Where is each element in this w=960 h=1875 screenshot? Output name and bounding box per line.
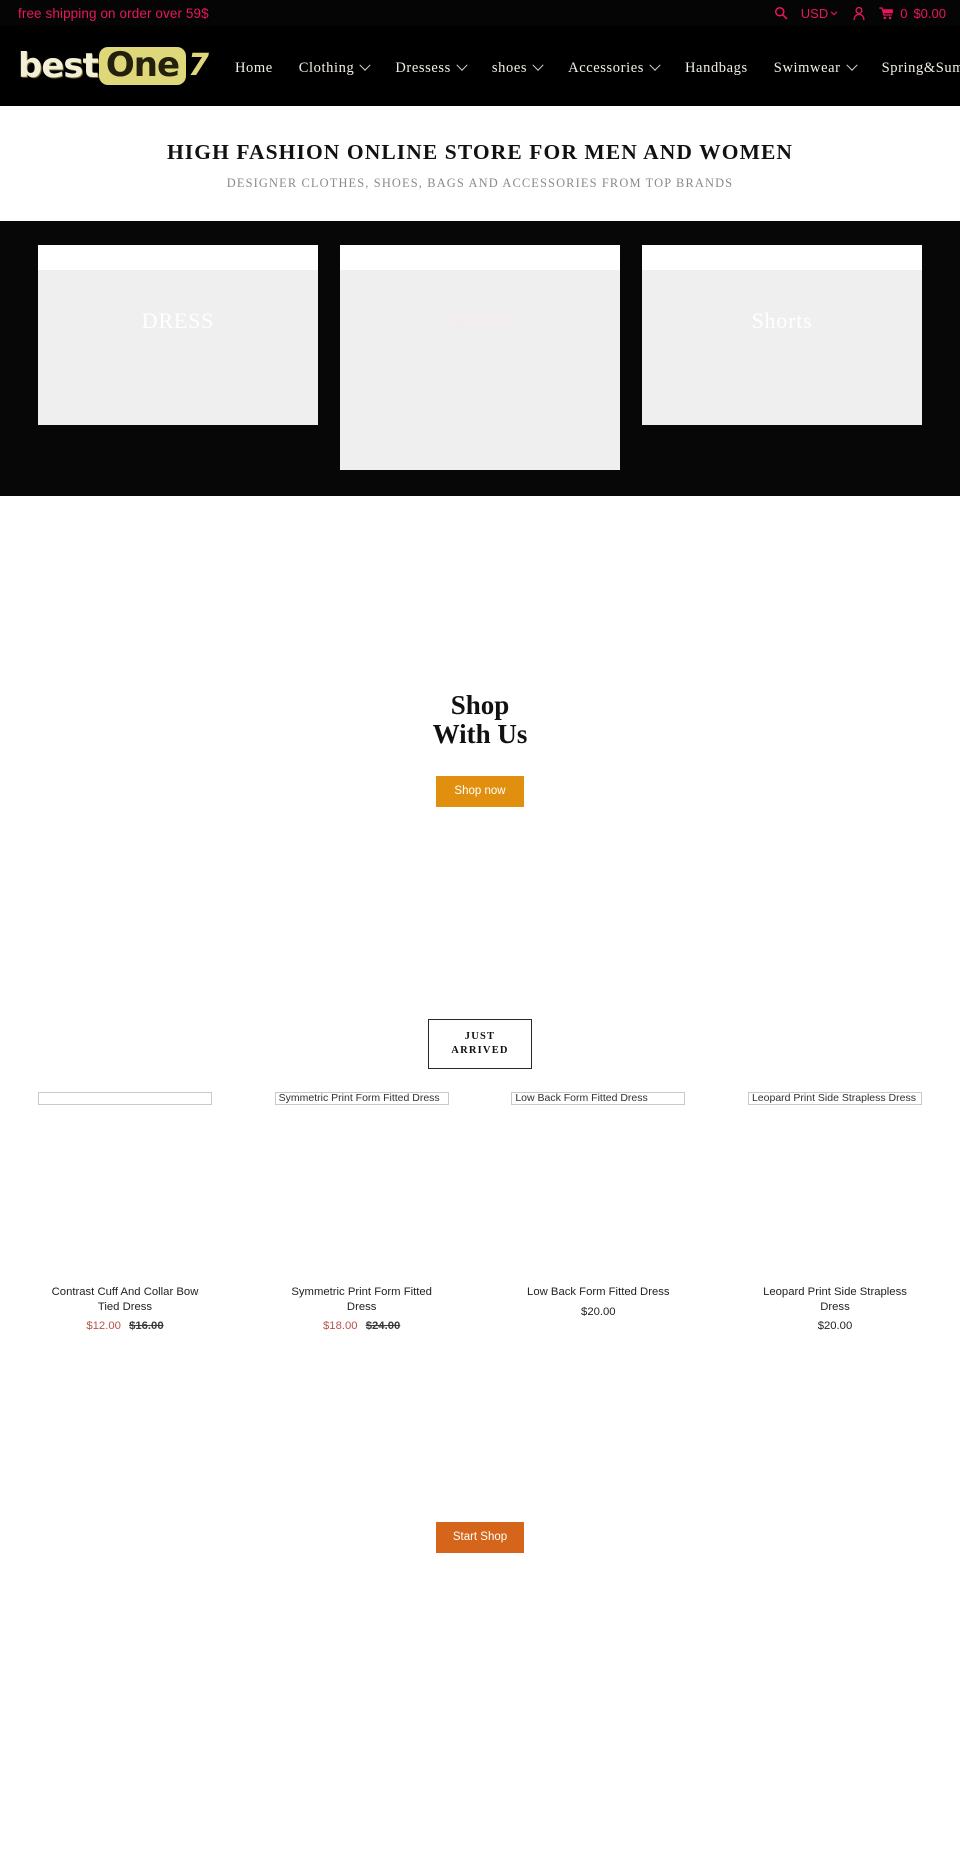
chevron-down-icon: [649, 59, 661, 71]
search-icon[interactable]: [774, 6, 788, 20]
cart-item-count: 0: [900, 5, 908, 21]
nav-item-clothing[interactable]: Clothing: [286, 56, 383, 81]
nav-label: Clothing: [298, 59, 355, 76]
currency-label: USD: [800, 5, 829, 21]
logo-text-one: One: [98, 47, 187, 85]
category-label: JEANS: [444, 308, 515, 333]
logo-text-best: best: [18, 46, 99, 86]
product-sale-price: $18.00: [323, 1320, 358, 1333]
product-media-area: [275, 1105, 449, 1285]
cart-button[interactable]: 0 $0.00: [879, 6, 946, 21]
nav-label: Dressess: [395, 59, 451, 76]
nav-item-spring-summer[interactable]: Spring&Summer: [869, 56, 960, 81]
hero-banner: HIGH FASHION ONLINE STORE FOR MEN AND WO…: [0, 106, 960, 221]
card-image-placeholder: JEANS: [340, 270, 620, 470]
logo-text-seven: 7: [188, 48, 209, 83]
category-label: DRESS: [141, 308, 215, 333]
nav-item-accessories[interactable]: Accessories: [555, 56, 672, 81]
product-card[interactable]: Leopard Print Side Strapless Dress Leopa…: [747, 1092, 922, 1332]
product-image-placeholder[interactable]: Leopard Print Side Strapless Dress: [747, 1092, 922, 1106]
shop-now-button[interactable]: Shop now: [436, 776, 524, 808]
chevron-down-icon: [845, 59, 858, 71]
just-arrived-section: JUST ARRIVED: [0, 807, 960, 1070]
announcement-text: free shipping on order over 59$: [18, 5, 209, 21]
card-top-strip: [340, 245, 620, 270]
shop-heading-line-2: Us: [497, 719, 528, 750]
product-price-row: $20.00: [748, 1320, 922, 1332]
product-card[interactable]: Symmetric Print Form Fitted Dress Symmet…: [274, 1092, 449, 1332]
product-grid: Contrast Cuff And Collar Bow Tied Dress …: [0, 1069, 960, 1332]
product-title: Symmetric Print Form Fitted Dress: [291, 1286, 432, 1313]
product-title: Contrast Cuff And Collar Bow Tied Dress: [51, 1286, 199, 1313]
nav-label: shoes: [491, 59, 528, 76]
shop-with-us-heading: Shop With Us: [420, 690, 540, 750]
product-price-row: $12.00 $16.00: [38, 1320, 212, 1332]
card-image-placeholder: Shorts: [642, 270, 922, 425]
announcement-bar: free shipping on order over 59$ USD 0 $0…: [0, 0, 960, 26]
product-media-area: [38, 1105, 212, 1285]
cart-icon: [879, 6, 894, 20]
card-top-strip: [38, 245, 318, 270]
product-price: $20.00: [581, 1305, 616, 1318]
chevron-down-icon: [830, 11, 838, 16]
just-arrived-line-2: ARRIVED: [451, 1044, 509, 1056]
product-image-placeholder[interactable]: [38, 1092, 212, 1106]
product-compare-at-price: $24.00: [365, 1320, 401, 1333]
nav-label: Swimwear: [773, 59, 841, 76]
product-image-alt-text: Symmetric Print Form Fitted Dress: [278, 1092, 440, 1105]
nav-item-swimwear[interactable]: Swimwear: [761, 56, 869, 81]
just-arrived-heading-box: JUST ARRIVED: [428, 1019, 532, 1070]
category-card-row: DRESS JEANS Shorts: [0, 245, 960, 470]
announcement-utility-group: USD 0 $0.00: [774, 6, 946, 21]
main-navigation: Home Clothing Dressess shoes Accessories…: [222, 56, 960, 81]
product-price-row: $20.00: [511, 1306, 685, 1318]
account-icon[interactable]: [852, 6, 866, 21]
category-card-jeans[interactable]: JEANS: [340, 245, 620, 470]
nav-label: Home: [234, 59, 273, 76]
currency-selector[interactable]: USD: [801, 6, 839, 21]
product-card[interactable]: Low Back Form Fitted Dress Low Back Form…: [511, 1092, 686, 1318]
product-image-placeholder[interactable]: Symmetric Print Form Fitted Dress: [274, 1092, 449, 1106]
hero-subtitle: DESIGNER CLOTHES, SHOES, BAGS AND ACCESS…: [226, 176, 734, 190]
cart-total-amount: $0.00: [913, 5, 946, 21]
product-image-alt-text: Low Back Form Fitted Dress: [515, 1092, 648, 1105]
start-shop-section: Start Shop: [0, 1332, 960, 1554]
product-card[interactable]: Contrast Cuff And Collar Bow Tied Dress …: [38, 1092, 212, 1332]
card-top-strip: [642, 245, 922, 270]
product-title: Low Back Form Fitted Dress: [527, 1286, 670, 1299]
nav-item-shoes[interactable]: shoes: [479, 56, 555, 81]
nav-item-dressess[interactable]: Dressess: [382, 56, 479, 81]
chevron-down-icon: [456, 59, 468, 71]
product-image-alt-text: Leopard Print Side Strapless Dress: [751, 1092, 916, 1105]
category-card-shorts[interactable]: Shorts: [642, 245, 922, 425]
chevron-down-icon: [532, 59, 544, 71]
product-media-area: [511, 1105, 685, 1285]
product-sale-price: $12.00: [86, 1320, 121, 1333]
product-media-area: [748, 1105, 922, 1285]
just-arrived-line-1: JUST: [464, 1031, 496, 1043]
nav-label: Accessories: [568, 59, 644, 76]
nav-label: Spring&Summer: [881, 59, 960, 76]
product-price: $20.00: [817, 1320, 853, 1333]
category-collection-band: DRESS JEANS Shorts: [0, 221, 960, 496]
product-title: Leopard Print Side Strapless Dress: [763, 1286, 907, 1313]
nav-item-handbags[interactable]: Handbags: [672, 56, 761, 81]
card-image-placeholder: DRESS: [38, 270, 318, 425]
nav-label: Handbags: [684, 59, 748, 76]
site-logo[interactable]: best One 7: [18, 46, 209, 86]
site-header: best One 7 Home Clothing Dressess shoes Ac…: [0, 26, 960, 106]
product-compare-at-price: $16.00: [129, 1320, 164, 1333]
category-card-dress[interactable]: DRESS: [38, 245, 318, 425]
category-label: Shorts: [751, 308, 813, 333]
product-image-placeholder[interactable]: Low Back Form Fitted Dress: [511, 1092, 686, 1106]
start-shop-button[interactable]: Start Shop: [435, 1522, 525, 1554]
nav-item-home[interactable]: Home: [222, 56, 286, 81]
shop-with-us-section: Shop With Us Shop now: [0, 496, 960, 808]
product-price-row: $18.00 $24.00: [275, 1320, 449, 1332]
hero-title: HIGH FASHION ONLINE STORE FOR MEN AND WO…: [166, 140, 794, 164]
chevron-down-icon: [359, 59, 372, 71]
